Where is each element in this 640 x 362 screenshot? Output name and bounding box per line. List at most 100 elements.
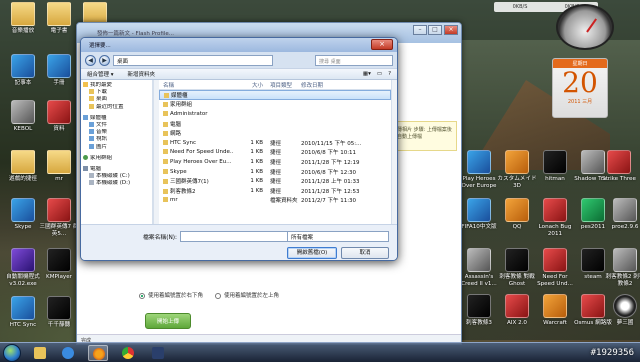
cpu-gauge-gadget[interactable] <box>556 4 614 50</box>
desktop-icon[interactable]: 手冊 <box>38 54 80 87</box>
file-name-text: HTC Sync <box>170 139 197 146</box>
nav-item[interactable]: 桌面 <box>83 96 150 103</box>
start-button[interactable] <box>3 344 21 362</box>
navigation-pane: 我的最愛 下載 桌面 最近的位置媒體櫃 文件 音樂 視訊 圖片家用群組電腦 本機磁碟 (C:) 本… <box>81 80 153 224</box>
app-icon <box>11 198 35 222</box>
file-name: 網路 <box>159 129 233 137</box>
organize-button[interactable]: 組合管理 ▾ <box>87 70 114 78</box>
nav-item[interactable]: 圖片 <box>83 143 150 151</box>
back-arrow-icon[interactable]: ◀ <box>85 54 96 66</box>
desktop-icon[interactable]: FIFA10中文版 <box>458 198 500 231</box>
start-upload-button[interactable]: 開始上傳 <box>145 313 191 329</box>
app-icon <box>543 198 567 222</box>
cancel-button[interactable]: 取消 <box>341 247 389 259</box>
nav-item[interactable]: 本機磁碟 (C:) <box>83 173 150 180</box>
file-row[interactable]: Play Heroes Over Eu… 1 KB 捷徑 2011/1/28 下午 1… <box>159 157 391 167</box>
radio-bottom-right[interactable]: 使用着編號置於右下角 <box>139 291 203 299</box>
taskbar-ie[interactable] <box>58 345 78 361</box>
column-header[interactable]: 名稱 <box>159 81 233 89</box>
app-icon <box>505 198 529 222</box>
desktop-icon[interactable]: 刺客教條3 <box>458 294 500 327</box>
preview-pane-icon[interactable]: ▭ <box>377 71 382 77</box>
desktop-icon[interactable]: Lonach Bug 2011 <box>534 198 576 238</box>
file-row[interactable]: 網路 <box>159 128 391 138</box>
file-name-text: 刺客教條2 <box>170 188 196 195</box>
new-folder-button[interactable]: 新增資料夾 <box>128 70 156 78</box>
help-icon[interactable]: ? <box>388 71 391 77</box>
file-date: 2011/1/28 下午 12:19 <box>301 159 360 166</box>
file-row[interactable]: 媒體櫃 <box>159 90 391 100</box>
desktop-icon[interactable]: Strike Three <box>598 150 640 183</box>
dialog-close-button[interactable]: × <box>371 39 393 50</box>
desktop-icon[interactable]: カスタムメイド3D <box>496 150 538 190</box>
nav-item[interactable]: 最近的位置 <box>83 103 150 111</box>
taskbar-explorer[interactable] <box>30 345 50 361</box>
column-header[interactable]: 項目類型 <box>267 81 301 89</box>
nav-item-label: 視訊 <box>96 136 108 143</box>
column-header[interactable]: 修改日期 <box>301 81 363 89</box>
folder-icon <box>34 347 46 359</box>
file-row[interactable]: 家用群組 <box>159 100 391 110</box>
search-input[interactable]: 搜尋 桌面 <box>315 54 393 66</box>
app-icon <box>505 150 529 174</box>
desktop-icon[interactable]: mr <box>38 150 80 183</box>
desktop-icon[interactable]: 刺客教條 對戰 Ghost <box>496 248 538 288</box>
file-row[interactable]: mr 檔案資料夾 2011/2/7 下午 11:30 <box>159 196 391 206</box>
address-bar[interactable]: 桌面 <box>113 54 273 66</box>
file-name-text: 三國群英傳7(1) <box>170 179 209 186</box>
file-row[interactable]: HTC Sync 1 KB 捷徑 2010/11/15 下午 05:… <box>159 138 391 148</box>
desktop-icon[interactable]: AIX 2.0 <box>496 294 538 327</box>
file-row[interactable]: Need For Speed Unde… 1 KB 捷徑 2010/6/8 下午 10… <box>159 148 391 158</box>
nav-item-label: 家用群組 <box>90 154 113 161</box>
desktop-icon[interactable]: 資料 <box>38 100 80 133</box>
view-options-icon[interactable]: ▦▾ <box>363 71 371 77</box>
desktop-icon[interactable]: proe2.9.6 <box>604 198 640 231</box>
file-name: 電腦 <box>159 120 233 128</box>
dialog-titlebar[interactable]: 選擇要... × <box>81 38 397 52</box>
nav-item[interactable]: 音樂 <box>83 129 150 136</box>
taskbar-chrome[interactable] <box>118 345 138 361</box>
forward-arrow-icon[interactable]: ▶ <box>99 54 110 66</box>
minimize-button[interactable]: – <box>413 25 427 35</box>
desktop-icon[interactable]: QQ <box>496 198 538 231</box>
calendar-gadget[interactable]: 星期日 20 2011 三月 <box>552 58 608 118</box>
filename-input[interactable] <box>180 231 301 242</box>
file-scrollbar[interactable] <box>391 80 397 224</box>
file-row[interactable]: 電腦 <box>159 119 391 129</box>
desktop-icon[interactable]: 夢三國 <box>604 294 640 327</box>
nav-item[interactable]: 本機磁碟 (D:) <box>83 180 150 187</box>
nav-item[interactable]: 電腦 <box>83 166 150 173</box>
desktop-icon[interactable]: 千千靜聽 <box>38 296 80 329</box>
nav-item[interactable]: 媒體櫃 <box>83 114 150 122</box>
column-header[interactable]: 大小 <box>233 81 267 89</box>
app-icon <box>47 198 71 222</box>
file-type: 捷徑 <box>270 140 282 147</box>
radio-top-left[interactable]: 使用着編號置於左上角 <box>215 291 279 299</box>
nav-item-label: 我的最愛 <box>90 82 113 88</box>
nav-item[interactable]: 我的最愛 <box>83 82 150 89</box>
nav-item[interactable]: 文件 <box>83 122 150 129</box>
desktop-icon[interactable]: KMPlayer <box>38 248 80 281</box>
desktop-icon[interactable]: Play Heroes Over Europe <box>458 150 500 190</box>
taskbar-firefox[interactable] <box>88 345 108 361</box>
desktop-icon-label: カスタムメイド3D <box>497 176 537 189</box>
desktop-icon[interactable]: Warcraft <box>534 294 576 327</box>
desktop-icon[interactable]: 刺客教條2 刺客教條2 <box>604 248 640 288</box>
desktop-icon[interactable]: Assassin's Creed II v1... <box>458 248 500 288</box>
fld-icon <box>89 103 94 109</box>
nav-item[interactable]: 家用群組 <box>83 154 150 162</box>
desktop-icon[interactable]: Need For Speed Und... <box>534 248 576 288</box>
file-row[interactable]: 三國群英傳7(1) 1 KB 捷徑 2011/1/28 上午 01:33 <box>159 176 391 186</box>
file-row[interactable]: 刺客教條2 1 KB 捷徑 2011/1/28 下午 12:53 <box>159 186 391 196</box>
open-button[interactable]: 開啟舊檔(O) <box>287 247 337 259</box>
file-row[interactable]: Administrator <box>159 109 391 119</box>
file-row[interactable]: Skype 1 KB 捷徑 2010/6/8 下午 12:30 <box>159 167 391 177</box>
nav-item[interactable]: 視訊 <box>83 136 150 143</box>
browser-close-button[interactable]: × <box>444 25 458 35</box>
desktop-icon[interactable]: hitman <box>534 150 576 183</box>
filetype-select[interactable]: 所有檔案 <box>287 231 389 242</box>
nav-item[interactable]: 下載 <box>83 89 150 96</box>
desktop-icon[interactable]: 三國群英傳7 群英5... <box>38 198 80 238</box>
maximize-button[interactable]: □ <box>428 25 442 35</box>
taskbar-app[interactable] <box>148 345 168 361</box>
